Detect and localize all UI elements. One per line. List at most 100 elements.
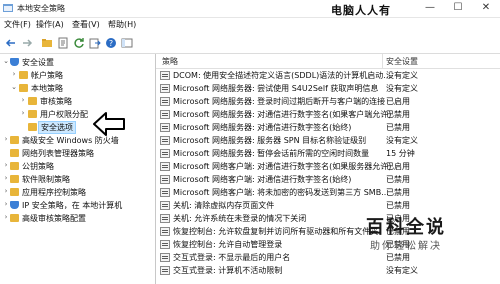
forward-icon[interactable]: [20, 36, 34, 50]
tree-item-network-list[interactable]: 网络列表管理器策略: [0, 147, 155, 160]
tree-item-public-key[interactable]: › 公钥策略: [0, 160, 155, 173]
policy-setting: 没有定义: [386, 266, 418, 275]
policy-setting: 已禁用: [386, 123, 410, 132]
policy-setting: 已禁用: [386, 253, 410, 262]
tree-item-local-policies[interactable]: ⌄ 本地策略: [0, 82, 155, 95]
table-row[interactable]: Microsoft 网络服务器: 服务器 SPN 目标名称验证级别 没有定义: [156, 134, 500, 147]
table-row[interactable]: Microsoft 网络服务器: 对通信进行数字签名(如果客户端允许) 已禁用: [156, 108, 500, 121]
table-row[interactable]: DCOM: 使用安全描述符定义语言(SDDL)语法的计算机启动... 没有定义: [156, 69, 500, 82]
tree-item-label: 高级审核策略配置: [22, 214, 86, 223]
table-row[interactable]: Microsoft 网络服务器: 对通信进行数字签名(始终) 已禁用: [156, 121, 500, 134]
policy-icon: [160, 110, 170, 119]
collapse-icon[interactable]: ⌄: [10, 83, 18, 91]
table-row[interactable]: Microsoft 网络客户端: 将未加密的密码发送到第三方 SMB... 已禁用: [156, 186, 500, 199]
title-bar: 本地安全策略 电脑人人有 — ☐ ✕: [0, 0, 500, 18]
window-title: 本地安全策略: [17, 4, 65, 13]
policy-setting: 已禁用: [386, 201, 410, 210]
tree-item-label: 帐户策略: [31, 71, 63, 80]
table-row[interactable]: Microsoft 网络客户端: 对通信进行数字签名(始终) 已禁用: [156, 173, 500, 186]
policy-name: Microsoft 网络服务器: 尝试使用 S4U2Self 获取声明信息: [173, 84, 379, 93]
refresh-icon[interactable]: [72, 36, 86, 50]
tree-item-ip-security[interactable]: › IP 安全策略，在 本地计算机: [0, 199, 155, 212]
tree-item-label: 公钥策略: [22, 162, 54, 171]
ip-security-icon: [10, 201, 19, 209]
up-folder-icon[interactable]: [40, 36, 54, 50]
table-row[interactable]: Microsoft 网络服务器: 登录时间过期后断开与客户端的连接 已启用: [156, 95, 500, 108]
menu-file[interactable]: 文件(F): [4, 19, 31, 30]
brand-slogan: 助你轻松解决: [370, 241, 442, 252]
tree-item-account-policies[interactable]: › 帐户策略: [0, 69, 155, 82]
tree-item-label: 审核策略: [40, 97, 72, 106]
tree-item-security-settings[interactable]: ⌄ 安全设置: [0, 56, 155, 69]
folder-icon: [10, 136, 19, 144]
policy-icon: [160, 162, 170, 171]
table-row[interactable]: 恢复控制台: 允许自动管理登录 已禁用: [156, 238, 500, 251]
folder-icon: [10, 149, 19, 157]
help-icon[interactable]: ?: [104, 36, 118, 50]
menu-action[interactable]: 操作(A): [36, 19, 64, 30]
policy-setting: 没有定义: [386, 71, 418, 80]
policy-list: 策略 安全设置 DCOM: 使用安全描述符定义语言(SDDL)语法的计算机启动.…: [156, 54, 500, 284]
tree-item-firewall[interactable]: › 高级安全 Windows 防火墙: [0, 134, 155, 147]
table-row[interactable]: 关机: 允许系统在未登录的情况下关闭 已启用: [156, 212, 500, 225]
policy-icon: [160, 123, 170, 132]
policy-name: Microsoft 网络服务器: 对通信进行数字签名(如果客户端允许): [173, 110, 392, 119]
policy-setting: 已启用: [386, 162, 410, 171]
table-row[interactable]: 交互式登录: 计算机不活动限制 没有定义: [156, 264, 500, 277]
policy-icon: [160, 97, 170, 106]
tree-item-label: 本地策略: [31, 84, 63, 93]
policy-icon: [160, 253, 170, 262]
minimize-button[interactable]: —: [416, 0, 444, 17]
menu-view[interactable]: 查看(V): [72, 19, 100, 30]
policy-name: Microsoft 网络服务器: 登录时间过期后断开与客户端的连接: [173, 97, 386, 106]
policy-name: Microsoft 网络服务器: 暂停会话前所需的空闲时间数量: [173, 149, 370, 158]
back-icon[interactable]: [4, 36, 18, 50]
collapse-icon[interactable]: ⌄: [2, 57, 10, 65]
policy-setting: 15 分钟: [386, 149, 415, 158]
tree-item-app-control[interactable]: › 应用程序控制策略: [0, 186, 155, 199]
expand-icon[interactable]: ›: [2, 174, 10, 182]
properties-icon[interactable]: [56, 36, 70, 50]
brand-watermark: 百科全说 助你轻松解决: [366, 213, 446, 252]
column-policy[interactable]: 策略: [162, 56, 178, 67]
maximize-button[interactable]: ☐: [444, 0, 472, 17]
expand-icon[interactable]: ›: [2, 161, 10, 169]
folder-icon: [10, 188, 19, 196]
table-row[interactable]: Microsoft 网络服务器: 尝试使用 S4U2Self 获取声明信息 没有定…: [156, 82, 500, 95]
tree-item-label: 网络列表管理器策略: [22, 149, 94, 158]
policy-name: Microsoft 网络客户端: 将未加密的密码发送到第三方 SMB...: [173, 188, 389, 197]
table-row[interactable]: Microsoft 网络客户端: 对通信进行数字签名(如果服务器允许) 已启用: [156, 160, 500, 173]
column-divider[interactable]: [382, 54, 383, 68]
console-icon[interactable]: [120, 36, 134, 50]
policy-icon: [160, 136, 170, 145]
export-icon[interactable]: [88, 36, 102, 50]
policy-setting: 已禁用: [386, 175, 410, 184]
expand-icon[interactable]: ›: [2, 187, 10, 195]
expand-icon[interactable]: ›: [19, 109, 27, 117]
policy-name: Microsoft 网络客户端: 对通信进行数字签名(如果服务器允许): [173, 162, 392, 171]
folder-icon: [10, 175, 19, 183]
tree-item-user-rights[interactable]: › 用户权限分配: [0, 108, 155, 121]
tree-item-software-restriction[interactable]: › 软件限制策略: [0, 173, 155, 186]
tree-pane: ⌄ 安全设置 › 帐户策略 ⌄ 本地策略 › 审核策略 › 用户权限分配 安全选…: [0, 54, 156, 284]
tree-item-audit-policy[interactable]: › 审核策略: [0, 95, 155, 108]
column-setting[interactable]: 安全设置: [386, 56, 418, 67]
folder-icon: [10, 214, 19, 222]
table-row[interactable]: Microsoft 网络服务器: 暂停会话前所需的空闲时间数量 15 分钟: [156, 147, 500, 160]
policy-setting: 没有定义: [386, 136, 418, 145]
expand-icon[interactable]: ›: [2, 200, 10, 208]
table-row[interactable]: 关机: 清除虚拟内存页面文件 已禁用: [156, 199, 500, 212]
tree-item-advanced-audit[interactable]: › 高级审核策略配置: [0, 212, 155, 225]
table-row[interactable]: 交互式登录: 不显示最后的用户名 已禁用: [156, 251, 500, 264]
expand-icon[interactable]: ›: [19, 96, 27, 104]
tree-item-label: 用户权限分配: [40, 110, 88, 119]
expand-icon[interactable]: ›: [2, 213, 10, 221]
close-button[interactable]: ✕: [472, 0, 500, 17]
tree-item-security-options[interactable]: 安全选项: [0, 121, 155, 134]
menu-help[interactable]: 帮助(H): [108, 19, 136, 30]
expand-icon[interactable]: ›: [2, 135, 10, 143]
svg-text:?: ?: [109, 39, 113, 48]
expand-icon[interactable]: ›: [10, 70, 18, 78]
security-settings-icon: [10, 58, 19, 66]
table-row[interactable]: 恢复控制台: 允许软盘复制并访问所有驱动器和所有文件夹 已禁用: [156, 225, 500, 238]
